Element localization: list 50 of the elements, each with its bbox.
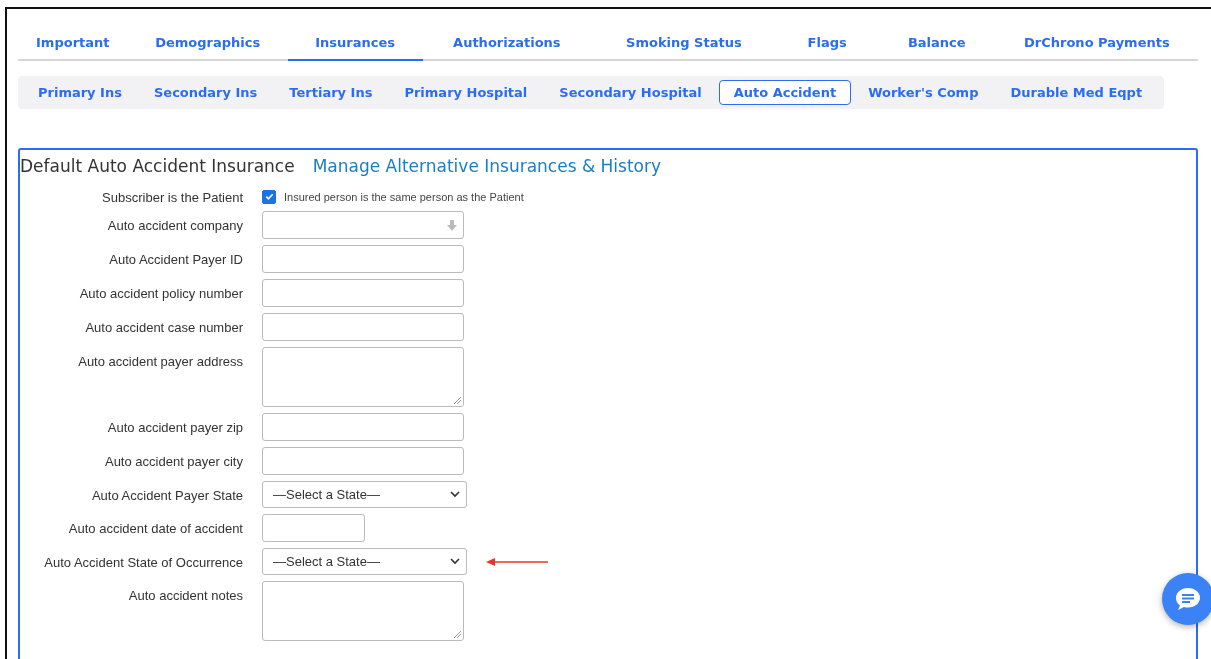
panel-title: Default Auto Accident Insurance [20,156,295,176]
tab[interactable]: Demographics [127,25,288,61]
input-field[interactable] [262,447,464,475]
field-label: Auto accident payer city [103,453,243,469]
chat-bubble-icon [1174,586,1202,612]
subtab[interactable]: Tertiary Ins [274,80,388,105]
textarea-field[interactable] [262,581,464,641]
manage-link[interactable]: Manage Alternative Insurances & History [312,156,662,176]
field-label: Auto accident notes [127,587,243,603]
input-field[interactable] [262,245,464,273]
tab[interactable]: Balance [877,25,996,61]
input-field[interactable] [262,279,464,307]
field-label: Subscriber is the Patient [101,190,243,205]
select-dropdown[interactable]: —Select a State— [262,548,467,575]
down-arrow-icon [447,219,457,231]
field-label: Auto accident company [106,217,243,233]
field-label: Auto accident date of accident [67,520,243,536]
resize-grip-icon[interactable] [454,631,461,638]
tab[interactable]: DrChrono Payments [995,25,1198,61]
subtab[interactable]: Primary Ins [23,80,137,105]
input-field[interactable] [262,413,464,441]
field-label: Auto Accident Payer ID [108,251,243,267]
tab[interactable]: Insurances [287,25,423,61]
chevron-down-icon [450,491,460,498]
subtab[interactable]: Primary Hospital [389,80,543,105]
combo-field[interactable] [262,211,464,239]
field-label: Auto accident payer address [77,353,243,369]
subtab[interactable]: Secondary Hospital [544,80,717,105]
tab[interactable]: Authorizations [422,25,592,61]
tab[interactable]: Smoking Status [591,25,777,61]
select-dropdown[interactable]: —Select a State— [262,481,467,508]
subtab[interactable]: Worker's Comp [853,80,994,105]
field-label: Auto Accident State of Occurrence [43,554,243,570]
input-field[interactable] [262,313,464,341]
subtab[interactable]: Auto Accident [718,80,852,105]
tab[interactable]: Important [18,25,128,61]
chat-button[interactable] [1162,573,1211,625]
chevron-down-icon [450,558,460,565]
subtab[interactable]: Durable Med Eqpt [995,80,1158,105]
resize-grip-icon[interactable] [454,397,461,404]
checkbox-label: Insured person is the same person as the Patient [284,190,524,203]
field-label: Auto accident policy number [78,285,243,301]
field-label: Auto Accident Payer State [90,487,243,503]
subtab[interactable]: Secondary Ins [138,80,273,105]
textarea-field[interactable] [262,347,464,407]
field-label: Auto accident case number [84,319,243,335]
field-label: Auto accident payer zip [106,419,243,435]
date-field[interactable] [262,514,365,542]
checkbox[interactable] [262,189,276,204]
tab[interactable]: Flags [776,25,878,61]
